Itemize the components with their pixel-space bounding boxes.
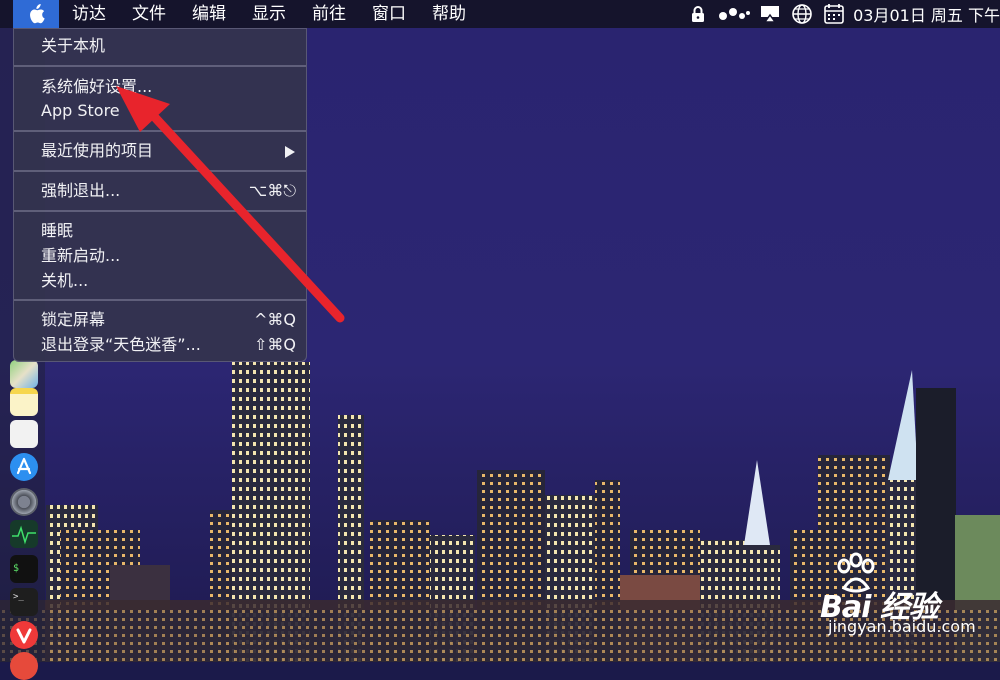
menu-separator — [14, 65, 306, 67]
menu-window[interactable]: 窗口 — [359, 0, 419, 28]
menu-item-sleep[interactable]: 睡眠 — [14, 219, 306, 243]
menu-finder[interactable]: 访达 — [59, 0, 119, 28]
menu-separator — [14, 130, 306, 132]
menu-go[interactable]: 前往 — [299, 0, 359, 28]
apple-logo-icon — [30, 4, 45, 24]
partial-app-icon[interactable] — [10, 652, 38, 680]
menu-separator — [14, 299, 306, 301]
airplay-icon[interactable] — [757, 0, 783, 28]
menu-bar: 访达 文件 编辑 显示 前往 窗口 帮助 03月01日 周五 下午 — [0, 0, 1000, 28]
menubar-clock[interactable]: 03月01日 周五 下午 — [853, 2, 1000, 26]
reminders-icon[interactable] — [10, 420, 38, 448]
app-store-icon[interactable] — [10, 453, 38, 481]
shortcut-text: ⌥⌘⎋ — [248, 181, 296, 200]
menu-item-label: 关机... — [41, 271, 89, 290]
vivaldi-icon[interactable] — [10, 621, 38, 649]
menu-item-log-out[interactable]: 退出登录“天色迷香”... ⇧⌘Q — [14, 333, 306, 357]
menu-file[interactable]: 文件 — [119, 0, 179, 28]
menu-item-label: App Store — [41, 101, 120, 120]
menu-item-lock-screen[interactable]: 锁定屏幕 ^⌘Q — [14, 308, 306, 332]
menu-item-label: 重新启动... — [41, 246, 121, 265]
menu-edit[interactable]: 编辑 — [179, 0, 239, 28]
menu-item-about-this-mac[interactable]: 关于本机 — [14, 34, 306, 58]
menu-item-shut-down[interactable]: 关机... — [14, 269, 306, 293]
menu-separator — [14, 210, 306, 212]
menu-item-force-quit[interactable]: 强制退出... ⌥⌘⎋ — [14, 179, 306, 203]
menu-separator — [14, 170, 306, 172]
menu-item-recent-items[interactable]: 最近使用的项目 — [14, 139, 306, 163]
notes-icon[interactable] — [10, 388, 38, 416]
menu-item-label: 退出登录“天色迷香”... — [41, 335, 201, 354]
menu-item-label: 强制退出... — [41, 181, 121, 200]
menu-item-label: 锁定屏幕 — [41, 310, 106, 329]
submenu-arrow-icon — [284, 139, 296, 163]
console-icon[interactable]: >_ — [10, 588, 38, 616]
maps-icon[interactable] — [10, 360, 38, 388]
siri-dots-icon[interactable] — [717, 0, 751, 28]
globe-icon[interactable] — [789, 0, 815, 28]
apple-menu-dropdown: 关于本机 系统偏好设置... App Store 最近使用的项目 强制退出...… — [13, 28, 307, 362]
shortcut-text: ⇧⌘Q — [254, 335, 296, 354]
calendar-icon[interactable] — [821, 0, 847, 28]
menu-help[interactable]: 帮助 — [419, 0, 479, 28]
lock-icon[interactable] — [685, 0, 711, 28]
activity-monitor-icon[interactable] — [10, 520, 38, 548]
terminal-icon[interactable]: $ — [10, 555, 38, 583]
menu-item-label: 睡眠 — [41, 221, 74, 240]
menu-view[interactable]: 显示 — [239, 0, 299, 28]
menu-item-label: 最近使用的项目 — [41, 141, 154, 160]
system-preferences-icon[interactable] — [10, 488, 38, 516]
watermark-url: jingyan.baidu.com — [828, 617, 976, 636]
apple-menu-button[interactable] — [13, 0, 59, 28]
menu-item-label: 关于本机 — [41, 36, 106, 55]
menu-item-app-store[interactable]: App Store — [14, 99, 306, 123]
menu-item-system-preferences[interactable]: 系统偏好设置... — [14, 75, 306, 99]
menu-item-label: 系统偏好设置... — [41, 77, 153, 96]
menu-item-restart[interactable]: 重新启动... — [14, 244, 306, 268]
shortcut-text: ^⌘Q — [254, 310, 296, 329]
